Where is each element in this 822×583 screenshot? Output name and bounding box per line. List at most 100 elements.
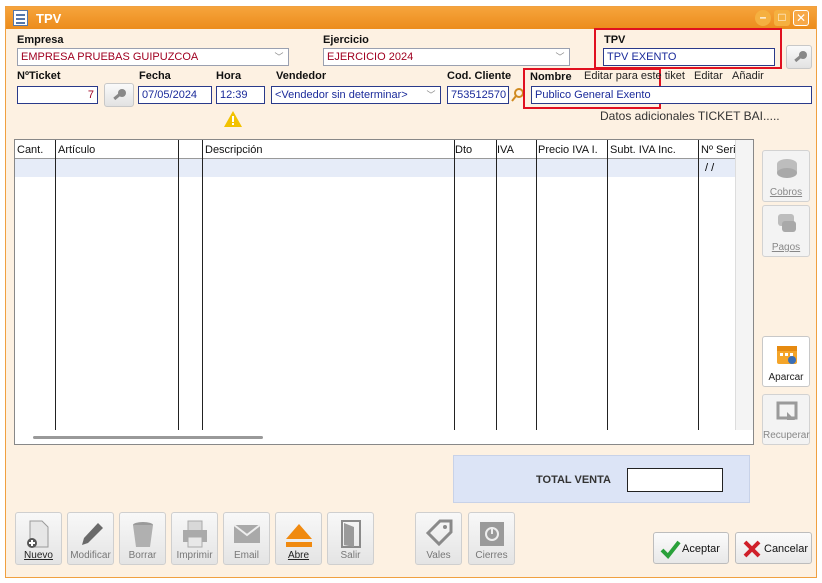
recuperar-button[interactable]: Recuperar bbox=[762, 394, 810, 445]
modificar-label: Modificar bbox=[70, 550, 111, 561]
empresa-select[interactable]: EMPRESA PRUEBAS GUIPUZCOA ﹀ bbox=[17, 48, 289, 66]
email-icon bbox=[233, 524, 261, 543]
maximize-icon[interactable]: □ bbox=[774, 10, 790, 26]
total-venta-value bbox=[627, 468, 723, 492]
tpv-search-button[interactable] bbox=[786, 45, 812, 69]
header-divider bbox=[15, 158, 735, 159]
abre-button[interactable]: Abre bbox=[275, 512, 322, 565]
nuevo-button[interactable]: Nuevo bbox=[15, 512, 62, 565]
tpv-window: TPV – □ ✕ Empresa EMPRESA PRUEBAS GUIPUZ… bbox=[5, 6, 817, 578]
new-document-icon bbox=[27, 520, 49, 548]
col-header-subtotal[interactable]: Subt. IVA Inc. bbox=[610, 144, 676, 156]
nombre-value: Publico General Exento bbox=[535, 89, 651, 101]
col-divider bbox=[178, 140, 179, 430]
editar-link[interactable]: Editar bbox=[694, 70, 723, 82]
email-label: Email bbox=[233, 550, 259, 561]
tpv-label: TPV bbox=[604, 34, 626, 46]
tpv-field[interactable]: TPV EXENTO bbox=[603, 48, 775, 66]
checkmark-icon bbox=[660, 540, 681, 560]
tag-icon bbox=[425, 519, 453, 547]
pencil-icon bbox=[82, 523, 103, 545]
col-header-dto[interactable]: Dto bbox=[455, 144, 472, 156]
chevron-down-icon[interactable]: ﹀ bbox=[553, 50, 567, 64]
col-divider bbox=[698, 140, 699, 430]
vales-label: Vales bbox=[426, 550, 451, 561]
vendedor-value: <Vendedor sin determinar> bbox=[275, 89, 408, 101]
aparcar-label: Aparcar bbox=[768, 372, 804, 383]
codcliente-field[interactable]: 753512570 bbox=[447, 86, 509, 104]
salir-label: Salir bbox=[340, 550, 361, 561]
selected-row[interactable] bbox=[15, 159, 735, 177]
cobros-icon bbox=[777, 159, 797, 178]
close-icon[interactable]: ✕ bbox=[793, 10, 809, 26]
cierres-button[interactable]: Cierres bbox=[468, 512, 515, 565]
chevron-down-icon[interactable]: ﹀ bbox=[272, 50, 286, 64]
aceptar-button[interactable]: Aceptar bbox=[653, 532, 729, 564]
anadir-link[interactable]: Añadir bbox=[732, 70, 764, 82]
fecha-field[interactable]: 07/05/2024 bbox=[138, 86, 212, 104]
row-serie-cell: / / bbox=[705, 162, 715, 174]
cobros-button[interactable]: Cobros bbox=[762, 150, 810, 202]
door-exit-icon bbox=[341, 520, 361, 548]
imprimir-button[interactable]: Imprimir bbox=[171, 512, 218, 565]
col-divider bbox=[55, 140, 56, 430]
pagos-button[interactable]: Pagos bbox=[762, 205, 810, 257]
warning-icon bbox=[224, 111, 242, 127]
hora-value: 12:39 bbox=[220, 89, 248, 101]
datos-adicionales-link[interactable]: Datos adicionales TICKET BAI..... bbox=[600, 109, 780, 123]
abre-label: Abre bbox=[287, 550, 310, 561]
modificar-button[interactable]: Modificar bbox=[67, 512, 114, 565]
salir-button[interactable]: Salir bbox=[327, 512, 374, 565]
borrar-label: Borrar bbox=[128, 550, 157, 561]
total-panel: TOTAL VENTA bbox=[453, 455, 750, 503]
pagos-label: Pagos bbox=[771, 242, 801, 253]
cancelar-button[interactable]: Cancelar bbox=[735, 532, 812, 564]
codcliente-label: Cod. Cliente bbox=[447, 70, 512, 82]
nuevo-label: Nuevo bbox=[24, 550, 53, 561]
vendedor-select[interactable]: <Vendedor sin determinar> ﹀ bbox=[271, 86, 441, 104]
ejercicio-label: Ejercicio bbox=[323, 34, 369, 46]
recuperar-icon bbox=[776, 401, 798, 420]
cancelar-label: Cancelar bbox=[764, 543, 809, 555]
vertical-scrollbar[interactable] bbox=[735, 140, 753, 430]
ejercicio-select[interactable]: EJERCICIO 2024 ﹀ bbox=[323, 48, 570, 66]
minimize-icon[interactable]: – bbox=[755, 10, 771, 26]
chevron-down-icon[interactable]: ﹀ bbox=[424, 88, 438, 102]
codcliente-value: 753512570 bbox=[451, 89, 507, 101]
col-header-serie[interactable]: Nº Serie bbox=[701, 144, 735, 156]
cierres-label: Cierres bbox=[475, 550, 508, 561]
col-header-cant[interactable]: Cant. bbox=[17, 144, 43, 156]
email-button[interactable]: Email bbox=[223, 512, 270, 565]
tpv-value: TPV EXENTO bbox=[607, 51, 677, 63]
aparcar-button[interactable]: Aparcar bbox=[762, 336, 810, 387]
safe-icon bbox=[480, 522, 504, 546]
total-venta-label: TOTAL VENTA bbox=[536, 474, 611, 486]
horizontal-scrollbar[interactable] bbox=[33, 436, 263, 439]
printer-icon bbox=[183, 520, 207, 548]
vales-button[interactable]: Vales bbox=[415, 512, 462, 565]
hora-field[interactable]: 12:39 bbox=[216, 86, 265, 104]
ejercicio-value: EJERCICIO 2024 bbox=[327, 51, 414, 63]
col-header-precio[interactable]: Precio IVA I. bbox=[538, 144, 598, 156]
fecha-label: Fecha bbox=[139, 70, 171, 82]
ticket-field[interactable]: 7 bbox=[17, 86, 98, 104]
window-title: TPV bbox=[36, 11, 62, 26]
borrar-button[interactable]: Borrar bbox=[119, 512, 166, 565]
col-header-descripcion[interactable]: Descripción bbox=[205, 144, 262, 156]
ticket-search-button[interactable] bbox=[104, 83, 134, 107]
title-bar: TPV – □ ✕ bbox=[6, 7, 816, 29]
app-icon bbox=[13, 10, 28, 26]
col-header-articulo[interactable]: Artículo bbox=[58, 144, 95, 156]
recuperar-label: Recuperar bbox=[763, 430, 810, 441]
vendedor-label: Vendedor bbox=[276, 70, 327, 82]
ticket-lines-grid[interactable]: Cant. Artículo Descripción Dto IVA Preci… bbox=[14, 139, 754, 445]
ticket-value: 7 bbox=[87, 89, 94, 101]
editar-ticket-link[interactable]: Editar para este tiket bbox=[584, 70, 685, 82]
empresa-label: Empresa bbox=[17, 34, 64, 46]
key-icon bbox=[794, 51, 807, 63]
cobros-label: Cobros bbox=[769, 187, 803, 198]
col-header-iva[interactable]: IVA bbox=[497, 144, 514, 156]
col-divider bbox=[202, 140, 203, 430]
nombre-field[interactable]: Publico General Exento bbox=[531, 86, 812, 104]
ticket-label: NºTicket bbox=[17, 70, 61, 82]
